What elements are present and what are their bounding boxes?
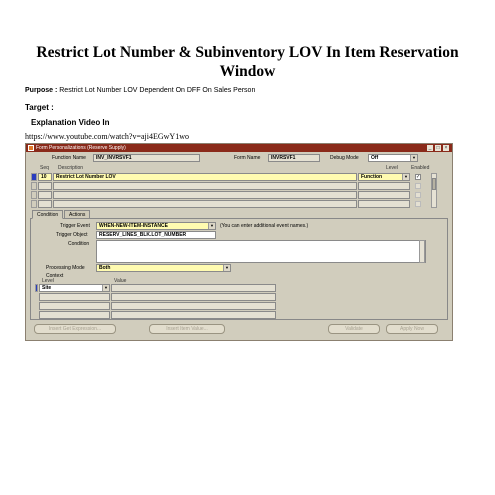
context-level-value: Site [42,285,52,291]
debug-mode-select[interactable]: Off ▼ [368,154,418,162]
row-indicator[interactable] [31,191,37,199]
trigger-object-field[interactable]: RESERV_LINES_BLK.LOT_NUMBER [96,231,216,239]
context-level-select[interactable]: Site ▼ [39,284,110,292]
enabled-checkbox[interactable]: ✓ [415,174,421,180]
enabled-checkbox[interactable] [415,183,421,189]
target-label: Target : [25,103,54,112]
seq-column-header: Seq [40,165,49,171]
context-level-field[interactable] [39,293,110,301]
row-indicator[interactable] [31,200,37,208]
explanation-label: Explanation Video In [31,118,110,127]
row-indicator[interactable] [31,173,37,181]
seq-field[interactable] [38,182,52,190]
purpose-line: Purpose : Restrict Lot Number LOV Depend… [25,87,255,94]
chevron-down-icon[interactable]: ▼ [402,174,409,180]
form-name-field[interactable]: INVRSVF1 [268,154,320,162]
function-name-label: Function Name [52,155,86,161]
purpose-text: Restrict Lot Number LOV Dependent On DFF… [59,87,256,94]
chevron-down-icon[interactable]: ▼ [410,155,417,161]
rules-scrollbar[interactable] [431,173,437,208]
description-column-header: Description [58,165,84,171]
row-indicator[interactable] [31,182,37,190]
close-icon[interactable]: × [443,145,449,151]
seq-field[interactable] [38,200,52,208]
scrollbar-thumb[interactable] [432,178,436,190]
insert-get-expression-button[interactable]: Insert Get Expression... [34,324,116,334]
chevron-down-icon[interactable]: ▼ [223,265,230,271]
form-personalizations-window: Form Personalizations (Reserve Supply) _… [25,143,453,341]
chevron-down-icon[interactable]: ▼ [208,223,215,229]
purpose-label: Purpose : [25,87,58,94]
description-field[interactable] [53,191,357,199]
window-title: Form Personalizations (Reserve Supply) [36,145,126,151]
condition-label: Condition [68,241,90,247]
enabled-column-header: Enabled [411,165,430,171]
condition-scrollbar[interactable] [419,240,425,263]
seq-field[interactable] [38,191,52,199]
video-url[interactable]: https://www.youtube.com/watch?v=aji4EGwY… [25,132,189,141]
context-level-field[interactable] [39,311,110,319]
context-value-field[interactable] [111,284,276,292]
context-value-field[interactable] [111,302,276,310]
row-indicator[interactable] [35,284,38,292]
maximize-icon[interactable]: □ [435,145,441,151]
enabled-checkbox[interactable] [415,201,421,207]
level-column-header: Level [386,165,398,171]
app-icon [28,145,34,151]
trigger-event-label: Trigger Event [60,223,90,229]
description-field[interactable] [53,200,357,208]
enabled-checkbox[interactable] [415,192,421,198]
function-name-field[interactable]: INV_INVRSVF1 [93,154,200,162]
window-titlebar: Form Personalizations (Reserve Supply) _… [26,144,452,152]
tab-condition[interactable]: Condition [32,210,64,219]
description-field[interactable] [53,182,357,190]
form-name-label: Form Name [234,155,261,161]
trigger-event-select[interactable]: WHEN-NEW-ITEM-INSTANCE ▼ [96,222,216,230]
context-value-field[interactable] [111,311,276,319]
debug-mode-label: Debug Mode [330,155,359,161]
level-field[interactable] [358,200,410,208]
processing-mode-select[interactable]: Both ▼ [96,264,231,272]
trigger-event-value: WHEN-NEW-ITEM-INSTANCE [99,223,168,229]
level-field[interactable] [358,191,410,199]
trigger-object-label: Trigger Object [56,232,88,238]
trigger-event-hint: (You can enter additional event names.) [220,223,309,229]
processing-mode-label: Processing Mode [46,265,85,271]
context-level-field[interactable] [39,302,110,310]
level-select[interactable]: Function ▼ [358,173,410,181]
chevron-down-icon[interactable]: ▼ [102,285,109,291]
minimize-icon[interactable]: _ [427,145,433,151]
level-value: Function [361,174,383,180]
condition-textarea[interactable] [96,240,426,263]
level-field[interactable] [358,182,410,190]
apply-now-button[interactable]: Apply Now [386,324,438,334]
validate-button[interactable]: Validate [328,324,380,334]
context-value-field[interactable] [111,293,276,301]
document-title: Restrict Lot Number & Subinventory LOV I… [36,44,459,80]
processing-mode-value: Both [99,265,111,271]
seq-field[interactable]: 10 [38,173,52,181]
insert-item-value-button[interactable]: Insert Item Value... [149,324,225,334]
description-field[interactable]: Restrict Lot Number LOV [53,173,357,181]
debug-mode-value: Off [371,155,379,161]
